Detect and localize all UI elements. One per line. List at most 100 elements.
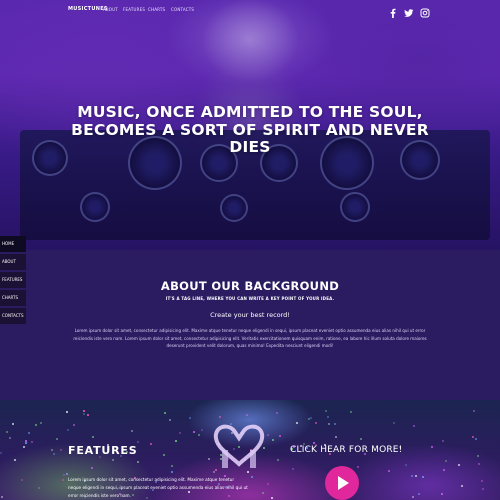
crowd-light-dot [198,434,200,436]
crowd-light-dot [251,476,253,478]
crowd-light-dot [150,443,152,445]
features-paragraph: Lorem ipsum dolor sit amet, consectetur … [68,477,248,498]
crowd-light-dot [56,438,58,440]
crowd-light-dot [131,430,133,432]
crowd-light-dot [388,470,390,472]
click-for-more-link[interactable]: CLICK HEAR FOR MORE! [290,445,403,455]
crowd-light-dot [163,454,165,456]
crowd-light-dot [247,471,249,473]
crowd-light-dot [461,485,463,487]
features-section: FEATURES CLICK HEAR FOR MORE! Lorem ipsu… [0,400,500,500]
side-nav-about[interactable]: ABOUT [0,254,26,270]
crowd-light-dot [12,423,14,425]
play-icon [338,476,349,490]
crowd-light-dot [393,422,395,424]
crowd-light-dot [458,464,460,466]
nav-link-about[interactable]: ABOUT [103,7,118,12]
crowd-light-dot [35,424,37,426]
crowd-light-dot [171,465,173,467]
side-nav-contacts[interactable]: CONTACTS [0,308,26,324]
crowd-light-dot [193,431,195,433]
crowd-light-dot [277,459,279,461]
crowd-light-dot [481,480,483,482]
side-nav-home[interactable]: HOME [0,236,26,252]
crowd-light-dot [63,474,65,476]
hero-headline: MUSIC, ONCE ADMITTED TO THE SOUL, BECOME… [71,103,429,156]
crowd-light-dot [246,414,248,416]
about-section: ABOUT OUR BACKGROUND IT'S A TAG LINE, WH… [0,250,500,400]
crowd-light-dot [431,446,433,448]
crowd-light-dot [23,446,25,448]
crowd-light-dot [292,468,294,470]
crowd-light-dot [482,488,484,490]
crowd-light-dot [169,419,171,421]
crowd-light-dot [357,466,359,468]
crowd-light-dot [164,412,166,414]
crowd-light-dot [38,487,40,489]
crowd-light-dot [310,417,312,419]
side-nav: HOME ABOUT FEATURES CHARTS CONTACTS [0,236,26,326]
crowd-light-dot [267,483,269,485]
about-subtitle: Create your best record! [210,311,290,319]
crowd-light-dot [92,436,94,438]
about-title: ABOUT OUR BACKGROUND [160,279,340,293]
crowd-light-dot [40,422,42,424]
crowd-light-dot [171,471,173,473]
crowd-light-dot [83,410,85,412]
crowd-light-dot [14,459,16,461]
crowd-light-dot [411,475,413,477]
crowd-light-dot [335,436,337,438]
crowd-light-dot [28,432,30,434]
heart-hands-graphic [213,424,265,468]
crowd-light-dot [189,417,191,419]
crowd-light-dot [418,493,420,495]
crowd-light-dot [279,435,281,437]
brand-logo[interactable]: MUSICTUNES [68,6,108,12]
crowd-light-dot [67,429,69,431]
crowd-light-dot [137,441,139,443]
crowd-light-dot [262,492,264,494]
crowd-light-dot [87,414,89,416]
about-paragraph: Lorem ipsum dolor sit amet, consectetur … [73,328,427,348]
instagram-icon[interactable] [419,4,431,18]
crowd-light-dot [51,449,53,451]
crowd-light-dot [1,496,3,498]
side-nav-features[interactable]: FEATURES [0,272,26,288]
crowd-light-dot [296,422,298,424]
nav-link-contacts[interactable]: CONTACTS [171,7,194,12]
hero-section: MUSICTUNES ABOUT FEATURES CHARTS CONTACT… [0,0,500,250]
crowd-light-dot [442,440,444,442]
crowd-light-dot [62,479,64,481]
top-navbar: MUSICTUNES ABOUT FEATURES CHARTS CONTACT… [0,0,500,22]
facebook-icon[interactable] [387,4,399,18]
side-nav-charts[interactable]: CHARTS [0,290,26,306]
crowd-light-dot [25,442,27,444]
twitter-icon[interactable] [403,4,415,17]
crowd-light-dot [443,469,445,471]
crowd-light-dot [137,461,139,463]
crowd-light-dot [325,410,327,412]
crowd-light-dot [422,476,424,478]
about-tagline: IT'S A TAG LINE, WHERE YOU CAN WRITE A K… [165,296,335,301]
crowd-light-dot [334,423,336,425]
crowd-light-dot [215,469,217,471]
crowd-light-dot [360,438,362,440]
crowd-light-dot [477,455,479,457]
crowd-light-dot [53,453,55,455]
crowd-light-dot [441,493,443,495]
crowd-light-dot [0,452,2,454]
crowd-light-dot [350,411,352,413]
crowd-light-dot [413,425,415,427]
crowd-light-dot [219,416,221,418]
nav-link-charts[interactable]: CHARTS [148,7,165,12]
play-button[interactable] [325,466,359,500]
crowd-light-dot [25,440,27,442]
crowd-light-dot [472,436,474,438]
nav-link-features[interactable]: FEATURES [123,7,145,12]
crowd-light-dot [271,497,273,499]
crowd-light-dot [276,412,278,414]
crowd-light-dot [112,459,114,461]
crowd-light-dot [213,471,215,473]
crowd-light-dot [175,440,177,442]
crowd-light-dot [328,423,330,425]
